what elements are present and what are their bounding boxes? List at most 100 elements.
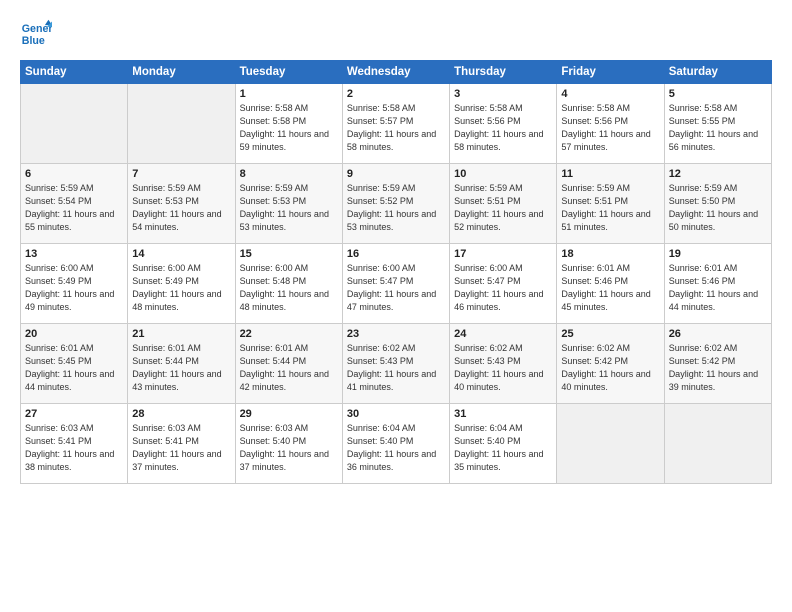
day-detail: Sunrise: 6:03 AM Sunset: 5:40 PM Dayligh…	[240, 422, 338, 474]
calendar-cell: 23Sunrise: 6:02 AM Sunset: 5:43 PM Dayli…	[342, 324, 449, 404]
day-detail: Sunrise: 5:58 AM Sunset: 5:58 PM Dayligh…	[240, 102, 338, 154]
day-number: 8	[240, 168, 338, 180]
day-number: 17	[454, 248, 552, 260]
day-number: 30	[347, 408, 445, 420]
calendar-cell: 8 Sunrise: 5:59 AM Sunset: 5:53 PM Daylig…	[235, 164, 342, 244]
day-detail: Sunrise: 6:01 AM Sunset: 5:45 PM Dayligh…	[25, 342, 123, 394]
day-number: 13	[25, 248, 123, 260]
calendar-cell: 11Sunrise: 5:59 AM Sunset: 5:51 PM Dayli…	[557, 164, 664, 244]
day-number: 7	[132, 168, 230, 180]
weekday-header-cell: Wednesday	[342, 61, 449, 84]
day-number: 16	[347, 248, 445, 260]
day-detail: Sunrise: 6:04 AM Sunset: 5:40 PM Dayligh…	[454, 422, 552, 474]
day-number: 2	[347, 88, 445, 100]
day-number: 1	[240, 88, 338, 100]
day-number: 18	[561, 248, 659, 260]
calendar-cell: 17 Sunrise: 6:00 AM Sunset: 5:47 PM Dayli…	[450, 244, 557, 324]
day-detail: Sunrise: 6:04 AM Sunset: 5:40 PM Dayligh…	[347, 422, 445, 474]
day-number: 11	[561, 168, 659, 180]
calendar-cell	[664, 404, 771, 484]
day-number: 29	[240, 408, 338, 420]
calendar-cell: 13 Sunrise: 6:00 AM Sunset: 5:49 PM Dayli…	[21, 244, 128, 324]
calendar-cell: 5Sunrise: 5:58 AM Sunset: 5:55 PM Daylig…	[664, 84, 771, 164]
day-detail: Sunrise: 5:59 AM Sunset: 5:53 PM Dayligh…	[132, 182, 230, 234]
calendar-cell: 6 Sunrise: 5:59 AM Sunset: 5:54 PM Daylig…	[21, 164, 128, 244]
calendar-cell: 7 Sunrise: 5:59 AM Sunset: 5:53 PM Daylig…	[128, 164, 235, 244]
calendar-cell: 4Sunrise: 5:58 AM Sunset: 5:56 PM Daylig…	[557, 84, 664, 164]
calendar-cell: 9 Sunrise: 5:59 AM Sunset: 5:52 PM Daylig…	[342, 164, 449, 244]
calendar-cell: 20 Sunrise: 6:01 AM Sunset: 5:45 PM Dayli…	[21, 324, 128, 404]
day-detail: Sunrise: 5:59 AM Sunset: 5:54 PM Dayligh…	[25, 182, 123, 234]
calendar-week-row: 27 Sunrise: 6:03 AM Sunset: 5:41 PM Dayli…	[21, 404, 772, 484]
day-number: 26	[669, 328, 767, 340]
day-detail: Sunrise: 6:00 AM Sunset: 5:48 PM Dayligh…	[240, 262, 338, 314]
calendar-cell: 15 Sunrise: 6:00 AM Sunset: 5:48 PM Dayli…	[235, 244, 342, 324]
weekday-header-cell: Saturday	[664, 61, 771, 84]
weekday-header-row: SundayMondayTuesdayWednesdayThursdayFrid…	[21, 61, 772, 84]
day-detail: Sunrise: 6:00 AM Sunset: 5:49 PM Dayligh…	[25, 262, 123, 314]
day-number: 19	[669, 248, 767, 260]
calendar-cell: 26 Sunrise: 6:02 AM Sunset: 5:42 PM Dayli…	[664, 324, 771, 404]
day-number: 4	[561, 88, 659, 100]
logo: General Blue	[20, 18, 52, 50]
calendar-cell	[128, 84, 235, 164]
day-number: 6	[25, 168, 123, 180]
day-detail: Sunrise: 6:03 AM Sunset: 5:41 PM Dayligh…	[132, 422, 230, 474]
day-number: 27	[25, 408, 123, 420]
day-number: 10	[454, 168, 552, 180]
day-detail: Sunrise: 5:59 AM Sunset: 5:53 PM Dayligh…	[240, 182, 338, 234]
weekday-header-cell: Sunday	[21, 61, 128, 84]
calendar-cell: 19 Sunrise: 6:01 AM Sunset: 5:46 PM Dayli…	[664, 244, 771, 324]
weekday-header-cell: Friday	[557, 61, 664, 84]
day-detail: Sunrise: 6:02 AM Sunset: 5:43 PM Dayligh…	[454, 342, 552, 394]
calendar-cell: 10Sunrise: 5:59 AM Sunset: 5:51 PM Dayli…	[450, 164, 557, 244]
day-number: 12	[669, 168, 767, 180]
day-detail: Sunrise: 6:03 AM Sunset: 5:41 PM Dayligh…	[25, 422, 123, 474]
calendar-cell: 21Sunrise: 6:01 AM Sunset: 5:44 PM Dayli…	[128, 324, 235, 404]
calendar-cell: 31 Sunrise: 6:04 AM Sunset: 5:40 PM Dayli…	[450, 404, 557, 484]
calendar-body: 1 Sunrise: 5:58 AM Sunset: 5:58 PM Daylig…	[21, 84, 772, 484]
day-detail: Sunrise: 5:58 AM Sunset: 5:56 PM Dayligh…	[454, 102, 552, 154]
day-number: 24	[454, 328, 552, 340]
day-number: 20	[25, 328, 123, 340]
logo-icon: General Blue	[20, 18, 52, 50]
calendar-cell: 3 Sunrise: 5:58 AM Sunset: 5:56 PM Daylig…	[450, 84, 557, 164]
calendar-cell	[557, 404, 664, 484]
weekday-header-cell: Thursday	[450, 61, 557, 84]
day-detail: Sunrise: 6:02 AM Sunset: 5:42 PM Dayligh…	[669, 342, 767, 394]
day-number: 3	[454, 88, 552, 100]
calendar-cell: 2 Sunrise: 5:58 AM Sunset: 5:57 PM Daylig…	[342, 84, 449, 164]
day-detail: Sunrise: 5:59 AM Sunset: 5:50 PM Dayligh…	[669, 182, 767, 234]
day-detail: Sunrise: 6:01 AM Sunset: 5:46 PM Dayligh…	[669, 262, 767, 314]
calendar-cell: 29 Sunrise: 6:03 AM Sunset: 5:40 PM Dayli…	[235, 404, 342, 484]
calendar-cell: 22 Sunrise: 6:01 AM Sunset: 5:44 PM Dayli…	[235, 324, 342, 404]
day-detail: Sunrise: 5:59 AM Sunset: 5:52 PM Dayligh…	[347, 182, 445, 234]
calendar-cell: 1 Sunrise: 5:58 AM Sunset: 5:58 PM Daylig…	[235, 84, 342, 164]
calendar-cell: 28Sunrise: 6:03 AM Sunset: 5:41 PM Dayli…	[128, 404, 235, 484]
day-detail: Sunrise: 6:02 AM Sunset: 5:43 PM Dayligh…	[347, 342, 445, 394]
day-detail: Sunrise: 6:00 AM Sunset: 5:47 PM Dayligh…	[347, 262, 445, 314]
calendar-cell: 14Sunrise: 6:00 AM Sunset: 5:49 PM Dayli…	[128, 244, 235, 324]
day-number: 31	[454, 408, 552, 420]
day-number: 9	[347, 168, 445, 180]
day-number: 15	[240, 248, 338, 260]
weekday-header-cell: Tuesday	[235, 61, 342, 84]
calendar-cell: 12 Sunrise: 5:59 AM Sunset: 5:50 PM Dayli…	[664, 164, 771, 244]
calendar-cell: 25Sunrise: 6:02 AM Sunset: 5:42 PM Dayli…	[557, 324, 664, 404]
header: General Blue	[20, 18, 772, 50]
day-detail: Sunrise: 6:01 AM Sunset: 5:46 PM Dayligh…	[561, 262, 659, 314]
weekday-header-cell: Monday	[128, 61, 235, 84]
calendar-cell: 18 Sunrise: 6:01 AM Sunset: 5:46 PM Dayli…	[557, 244, 664, 324]
day-detail: Sunrise: 6:00 AM Sunset: 5:47 PM Dayligh…	[454, 262, 552, 314]
calendar-week-row: 13 Sunrise: 6:00 AM Sunset: 5:49 PM Dayli…	[21, 244, 772, 324]
svg-text:Blue: Blue	[22, 35, 45, 47]
calendar-cell: 30 Sunrise: 6:04 AM Sunset: 5:40 PM Dayli…	[342, 404, 449, 484]
day-number: 22	[240, 328, 338, 340]
calendar-table: SundayMondayTuesdayWednesdayThursdayFrid…	[20, 60, 772, 484]
day-detail: Sunrise: 6:01 AM Sunset: 5:44 PM Dayligh…	[240, 342, 338, 394]
day-number: 14	[132, 248, 230, 260]
day-detail: Sunrise: 5:58 AM Sunset: 5:55 PM Dayligh…	[669, 102, 767, 154]
day-detail: Sunrise: 6:01 AM Sunset: 5:44 PM Dayligh…	[132, 342, 230, 394]
day-detail: Sunrise: 5:58 AM Sunset: 5:57 PM Dayligh…	[347, 102, 445, 154]
calendar-cell: 16 Sunrise: 6:00 AM Sunset: 5:47 PM Dayli…	[342, 244, 449, 324]
